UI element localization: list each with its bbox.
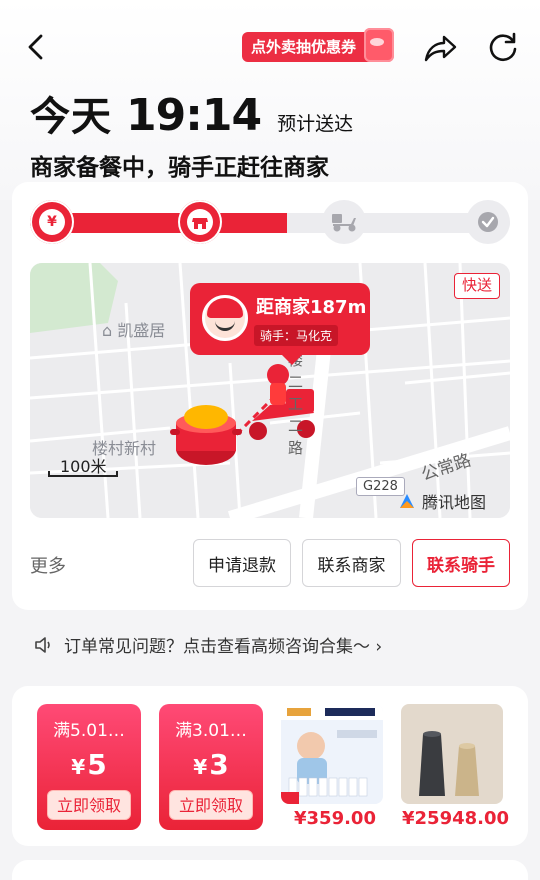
rider-name: 骑手：马化克 [254,325,339,346]
express-badge: 快送 [454,273,500,299]
coupon-lottery-label: 点外卖抽优惠券 [251,38,357,56]
coupon-amount: ¥5 [71,748,107,781]
red-envelope-icon [364,28,394,62]
rider-avatar [202,295,248,341]
product-price: ¥359.00 [294,808,376,829]
eta-time: 19:14 [126,90,262,141]
refresh-icon[interactable] [486,30,520,64]
map-scale: 100米 [48,453,118,477]
more-actions[interactable]: 更多 [30,552,66,578]
progress-node-merchant [178,200,222,244]
scooter-icon [332,214,356,232]
share-icon[interactable] [422,30,458,66]
progress-node-delivered [466,200,510,244]
contact-merchant-button[interactable]: 联系商家 [302,539,401,587]
next-card [12,860,528,880]
order-status-text: 商家备餐中，骑手正赶往商家 [30,155,329,181]
yuan-icon: ¥ [39,209,65,235]
claim-coupon-button[interactable]: 立即领取 [47,790,131,820]
poi-kaisheng: ⌂ 凯盛居 [102,321,166,340]
delivery-progress: ¥ [30,200,510,246]
skincare-product-image [281,704,383,804]
coupon-amount: ¥3 [193,748,229,781]
top-nav: 点外卖抽优惠券 [0,0,540,96]
faq-text: 订单常见问题？点击查看高频咨询合集～ › [64,637,383,657]
map-scale-bar [48,471,118,477]
progress-node-rider [322,200,366,244]
coupon-threshold: 满3.01… [175,721,247,741]
contact-rider-button[interactable]: 联系骑手 [412,539,510,587]
chevron-right-icon: › [375,637,383,657]
coupon-lottery-banner[interactable]: 点外卖抽优惠券 [242,28,394,62]
tencent-map-logo-icon [400,494,414,508]
road-vertical: 楼 二 工 二 路 [288,351,304,457]
coupon-threshold: 满5.01… [53,721,125,741]
check-shield-icon [478,212,498,232]
speaker-product-image [401,704,503,804]
product-price: ¥25948.00 [402,808,510,829]
eta-day: 今天 [30,94,112,140]
progress-node-paid: ¥ [30,200,74,244]
speaker-icon [35,637,50,653]
refund-button[interactable]: 申请退款 [193,539,291,587]
coupon-card[interactable]: 满3.01… ¥3 立即领取 [159,704,263,830]
shop-icon [187,209,213,235]
faq-link[interactable]: 订单常见问题？点击查看高频咨询合集～ › [12,614,528,674]
product-image-skincare[interactable] [281,704,383,804]
map-provider-label: 腾讯地图 [422,493,487,512]
rider-distance: 距商家187m [256,297,367,318]
coupon-card[interactable]: 满5.01… ¥5 立即领取 [37,704,141,830]
product-image-speaker[interactable] [401,704,503,804]
back-arrow-icon[interactable] [20,30,54,64]
delivery-map[interactable]: ⌂ 凯盛居 楼村新村 公常路 楼 二 工 二 路 快送 距商家187m 骑手：马… [30,263,510,518]
rider-distance-bubble[interactable]: 距商家187m 骑手：马化克 [190,283,370,365]
eta-suffix: 预计送达 [277,113,354,135]
eta-row: 今天 19:14 预计送达 [30,84,354,141]
map-provider: 腾讯地图 [398,489,486,513]
claim-coupon-button[interactable]: 立即领取 [169,790,253,820]
